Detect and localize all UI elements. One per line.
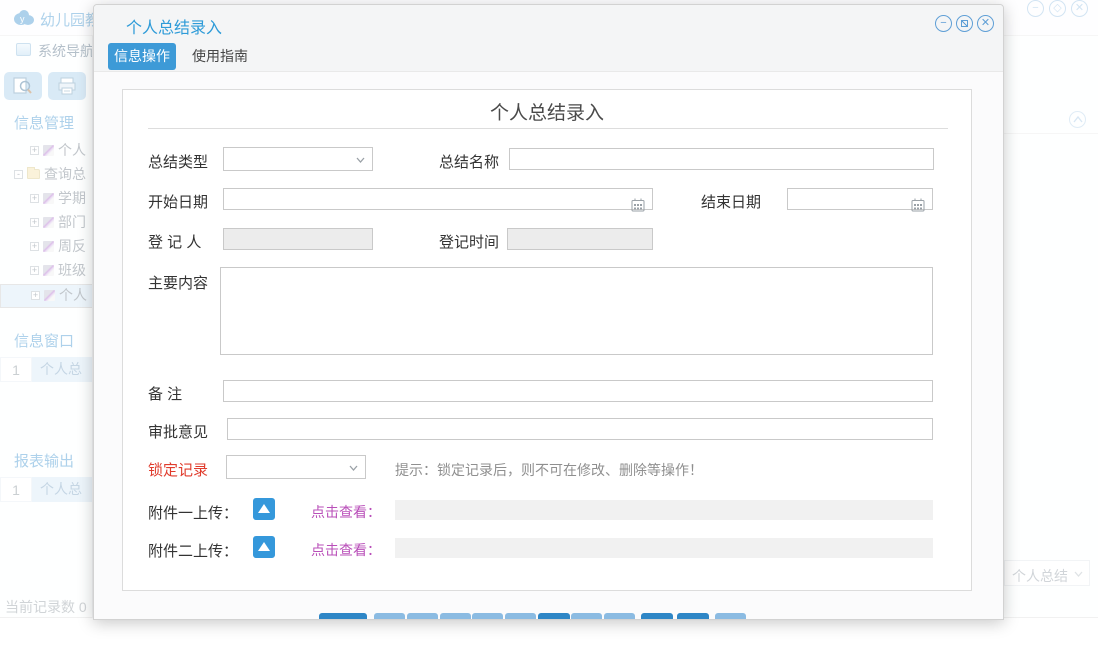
footer-button-2[interactable] <box>374 613 405 619</box>
attachment2-file-bar <box>395 538 933 558</box>
remarks-label: 备 注 <box>148 386 183 403</box>
calendar-icon <box>631 198 645 212</box>
attachment2-view-link[interactable]: 点击查看： <box>311 540 381 560</box>
footer-button-8[interactable] <box>571 613 602 619</box>
tab-user-guide[interactable]: 使用指南 <box>190 43 250 70</box>
chevron-down-icon <box>356 157 365 163</box>
summary-name-input[interactable] <box>509 148 934 170</box>
register-time-input <box>507 228 653 250</box>
calendar-icon <box>911 198 925 212</box>
screen: y 幼儿园教 − ◇ ✕ 系统导航 <box>0 0 1098 655</box>
registrant-input <box>223 228 373 250</box>
lock-record-label: 锁定记录 <box>148 462 209 479</box>
main-content-textarea[interactable] <box>220 267 933 355</box>
form-title: 个人总结录入 <box>489 103 604 124</box>
footer-button-9[interactable] <box>604 613 635 619</box>
attachment2-upload-button[interactable] <box>253 536 275 558</box>
summary-type-label: 总结类型 <box>148 154 209 171</box>
register-time-label: 登记时间 <box>439 234 500 251</box>
start-date-input[interactable] <box>223 188 653 212</box>
footer-button-7[interactable] <box>538 613 570 619</box>
dialog-restore-icon[interactable] <box>956 15 973 32</box>
attachment1-label: 附件一上传： <box>148 505 239 522</box>
lock-hint-text: 提示：锁定记录后，则不可在修改、删除等操作！ <box>395 462 703 478</box>
registrant-label: 登 记 人 <box>148 234 202 251</box>
footer-button-6[interactable] <box>505 613 536 619</box>
footer-button-10[interactable] <box>641 613 673 619</box>
summary-name-label: 总结名称 <box>439 154 500 171</box>
entry-form-panel: 个人总结录入 总结类型 总结名称 开始日期 结束日期 登 记 人 登记时间 主要… <box>122 89 972 591</box>
end-date-label: 结束日期 <box>701 194 762 211</box>
upload-icon <box>258 504 270 513</box>
main-content-label: 主要内容 <box>148 275 209 292</box>
approval-label: 审批意见 <box>148 424 209 441</box>
remarks-input[interactable] <box>223 380 933 402</box>
dialog-minimize-icon[interactable]: − <box>935 15 952 32</box>
upload-icon <box>258 542 270 551</box>
tab-info-operation[interactable]: 信息操作 <box>108 43 176 70</box>
title-separator <box>148 128 948 129</box>
attachment1-upload-button[interactable] <box>253 498 275 520</box>
approval-input[interactable] <box>227 418 933 440</box>
dialog-close-icon[interactable]: ✕ <box>977 15 994 32</box>
footer-button-3[interactable] <box>407 613 438 619</box>
personal-summary-entry-dialog: 个人总结录入 − ✕ 信息操作 使用指南 个人总结录入 总结类型 总结名称 开始… <box>93 4 1004 620</box>
lock-record-select[interactable] <box>226 455 366 479</box>
attachment1-file-bar <box>395 500 933 520</box>
dialog-title: 个人总结录入 <box>126 20 223 37</box>
end-date-input[interactable] <box>787 188 933 212</box>
chevron-down-icon <box>349 465 358 471</box>
attachment2-label: 附件二上传： <box>148 543 239 560</box>
footer-button-12[interactable] <box>715 613 746 619</box>
start-date-label: 开始日期 <box>148 194 209 211</box>
footer-button-5[interactable] <box>472 613 503 619</box>
dialog-header: 个人总结录入 − ✕ 信息操作 使用指南 <box>94 5 1003 72</box>
summary-type-select[interactable] <box>223 147 373 171</box>
attachment1-view-link[interactable]: 点击查看： <box>311 502 381 522</box>
footer-button-11[interactable] <box>677 613 709 619</box>
footer-button-1[interactable] <box>319 613 367 619</box>
footer-button-4[interactable] <box>440 613 471 619</box>
